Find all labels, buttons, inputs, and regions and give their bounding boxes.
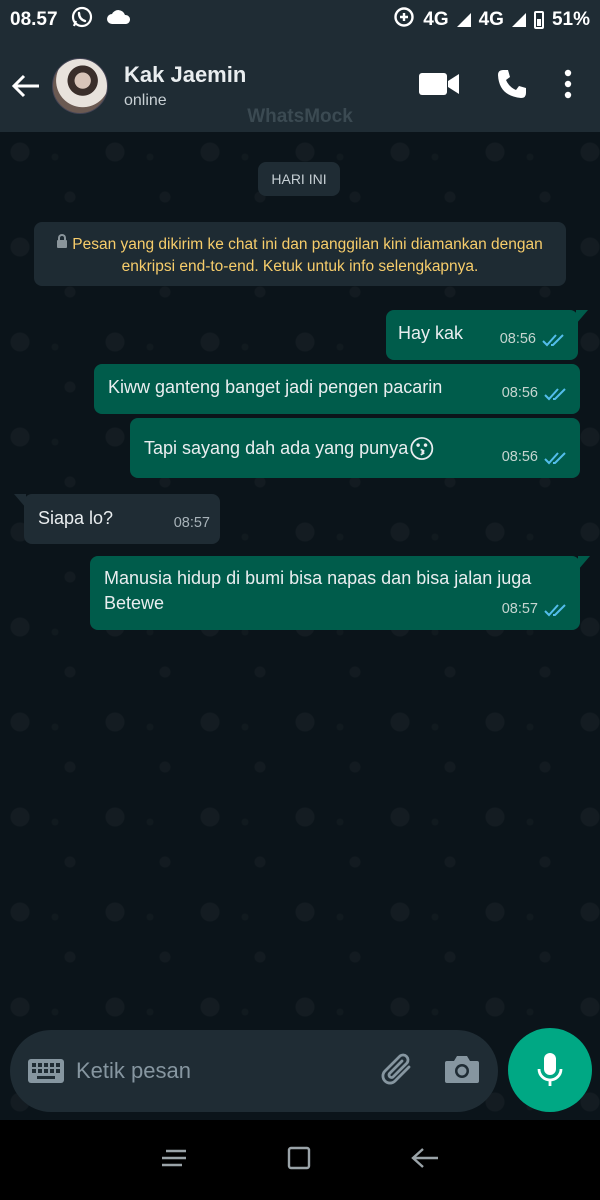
message-input[interactable]: Ketik pesan bbox=[76, 1058, 380, 1084]
signal-icon bbox=[456, 13, 471, 27]
message-time: 08:56 bbox=[499, 331, 536, 347]
video-call-button[interactable] bbox=[418, 71, 460, 102]
network-2-label: 4G bbox=[478, 9, 504, 30]
emoji: 😗 bbox=[408, 434, 436, 464]
status-time: 08.57 bbox=[10, 9, 58, 30]
message-time: 08:56 bbox=[501, 385, 538, 401]
encryption-notice-text: Pesan yang dikirim ke chat ini dan pangg… bbox=[72, 236, 543, 275]
back-arrow-icon bbox=[11, 74, 39, 98]
watermark: WhatsMock bbox=[247, 106, 353, 127]
data-saver-icon bbox=[393, 6, 415, 34]
double-check-icon bbox=[544, 603, 566, 616]
message-time: 08:57 bbox=[501, 601, 538, 617]
video-call-icon bbox=[419, 72, 459, 95]
message-bubble-outgoing[interactable]: Manusia hidup di bumi bisa napas dan bis… bbox=[90, 556, 590, 630]
message-input-bar[interactable]: Ketik pesan bbox=[10, 1030, 498, 1112]
network-1-label: 4G bbox=[423, 9, 449, 30]
contact-info[interactable]: Kak Jaemin online bbox=[124, 62, 246, 110]
recents-icon bbox=[161, 1149, 186, 1166]
more-options-button[interactable] bbox=[564, 69, 572, 104]
message-text: Siapa lo? bbox=[38, 508, 114, 528]
signal-icon bbox=[511, 13, 526, 27]
camera-button[interactable] bbox=[444, 1054, 480, 1089]
camera-icon bbox=[445, 1055, 479, 1083]
double-check-icon bbox=[544, 451, 566, 464]
battery-level: 51% bbox=[551, 9, 590, 30]
status-bar: 08.57 4G 4G 51% bbox=[0, 0, 600, 40]
cloud-icon bbox=[106, 8, 132, 32]
double-check-icon bbox=[544, 387, 566, 400]
battery-icon bbox=[533, 11, 544, 29]
encryption-notice[interactable]: Pesan yang dikirim ke chat ini dan pangg… bbox=[34, 222, 566, 286]
back-icon bbox=[411, 1147, 439, 1168]
message-time: 08:56 bbox=[501, 449, 538, 465]
nav-back-button[interactable] bbox=[410, 1146, 440, 1175]
message-bubble-outgoing[interactable]: Tapi sayang dah ada yang punya😗 08:56 bbox=[130, 418, 580, 478]
double-check-icon bbox=[542, 333, 564, 346]
message-bubble-incoming[interactable]: Siapa lo? 08:57 bbox=[14, 494, 220, 544]
lock-icon bbox=[57, 234, 68, 248]
message-text: Tapi sayang dah ada yang punya😗 bbox=[144, 436, 435, 462]
mic-icon bbox=[537, 1053, 563, 1086]
message-text-body: Tapi sayang dah ada yang punya bbox=[144, 438, 409, 458]
attach-icon bbox=[381, 1053, 411, 1084]
message-time: 08:57 bbox=[173, 515, 210, 531]
date-chip: HARI INI bbox=[258, 162, 340, 196]
message-bubble-outgoing[interactable]: Hay kak 08:56 bbox=[386, 310, 588, 360]
message-text: Manusia hidup di bumi bisa napas dan bis… bbox=[104, 568, 532, 613]
message-bubble-outgoing[interactable]: Kiww ganteng banget jadi pengen pacarin … bbox=[94, 364, 580, 414]
message-text: Hay kak bbox=[398, 323, 464, 343]
keyboard-button[interactable] bbox=[28, 1057, 64, 1085]
home-button[interactable] bbox=[287, 1146, 311, 1175]
keyboard-icon bbox=[28, 1059, 64, 1083]
home-icon bbox=[287, 1146, 311, 1169]
attach-button[interactable] bbox=[380, 1050, 414, 1093]
more-options-icon bbox=[564, 69, 572, 98]
chat-area[interactable]: HARI INI Pesan yang dikirim ke chat ini … bbox=[0, 132, 600, 1120]
recents-button[interactable] bbox=[160, 1147, 188, 1174]
voice-call-button[interactable] bbox=[496, 68, 528, 105]
voice-record-button[interactable] bbox=[508, 1028, 592, 1112]
contact-name: Kak Jaemin bbox=[124, 62, 247, 87]
message-text: Kiww ganteng banget jadi pengen pacarin bbox=[108, 377, 443, 397]
whatsapp-icon bbox=[70, 5, 94, 35]
phone-icon bbox=[498, 69, 526, 98]
system-nav-bar bbox=[0, 1120, 600, 1200]
